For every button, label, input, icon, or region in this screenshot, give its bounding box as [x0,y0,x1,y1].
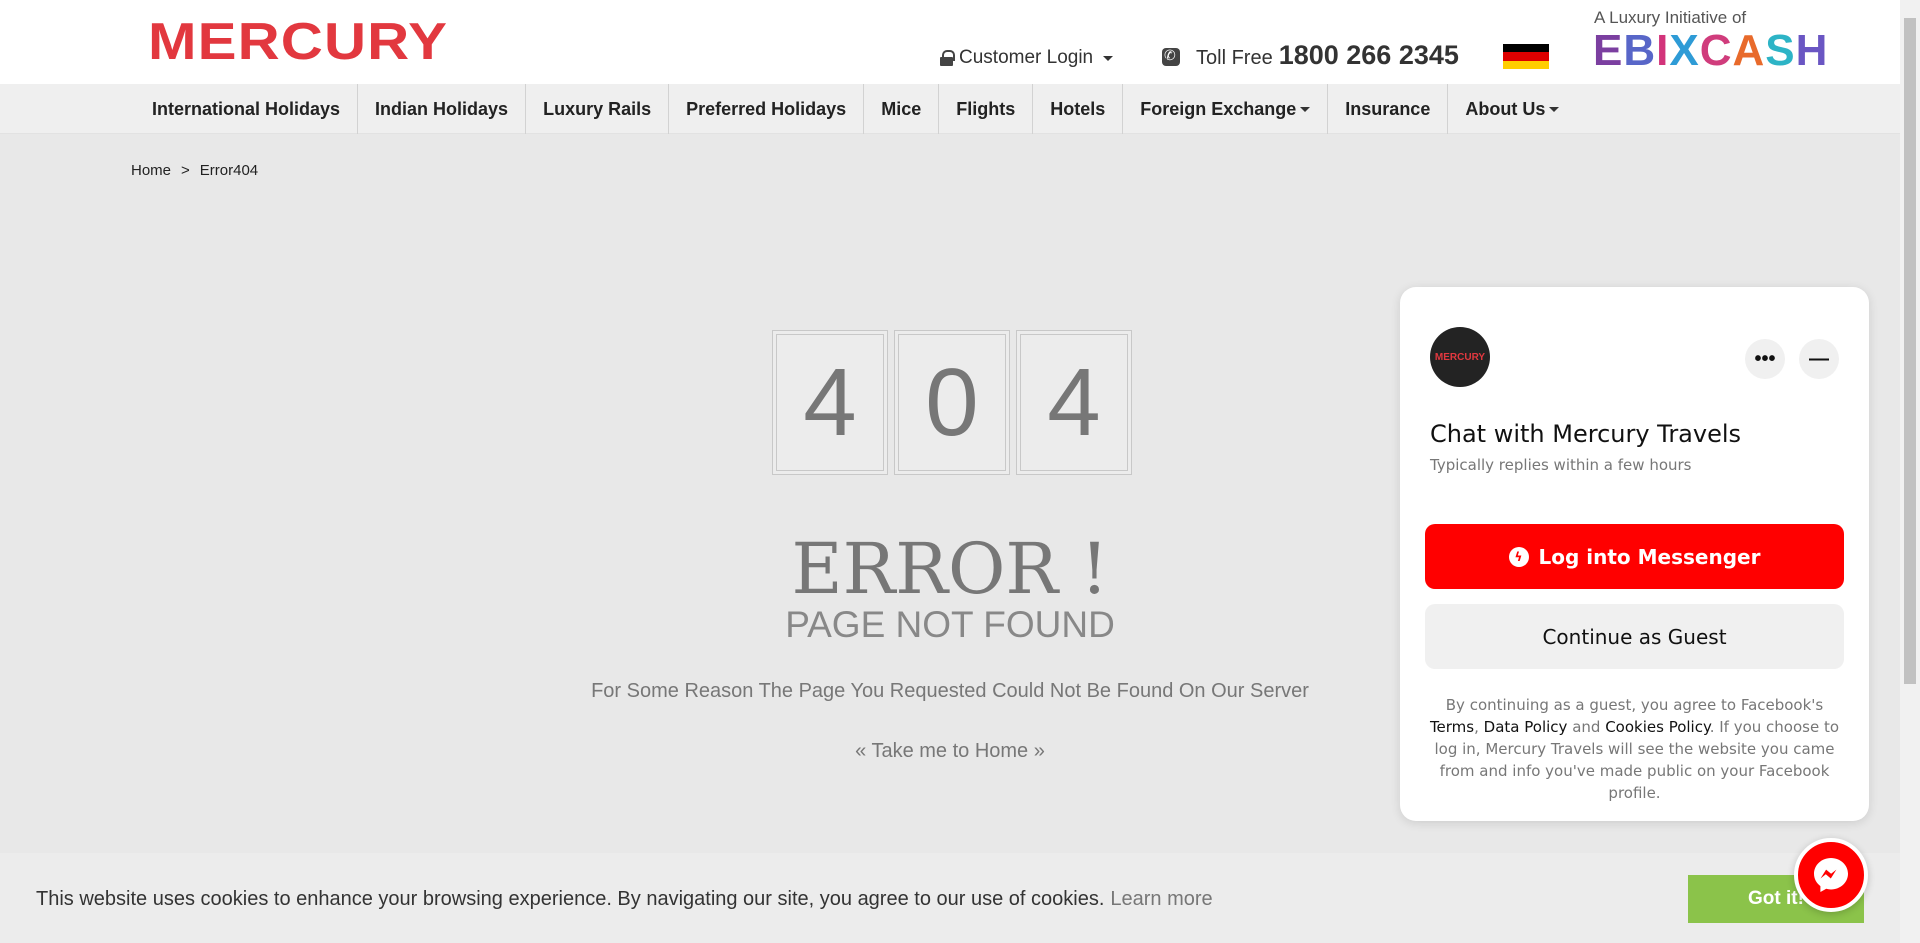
avatar: MERCURY [1430,327,1490,387]
legal-and: and [1572,718,1601,736]
lock-icon [940,50,955,66]
nav-flights[interactable]: Flights [939,84,1034,134]
caret-down-icon [1103,55,1114,61]
log-into-messenger-label: Log into Messenger [1538,544,1761,569]
cookie-bar: This website uses cookies to enhance you… [0,853,1900,943]
cookie-text: This website uses cookies to enhance you… [36,888,1213,911]
digit-box: 0 [894,330,1010,475]
minus-icon: — [1809,347,1829,370]
digit: 0 [925,348,979,456]
breadcrumb-home[interactable]: Home [131,162,171,179]
nav-luxury-rails[interactable]: Luxury Rails [526,84,670,134]
learn-more-link[interactable]: Learn more [1110,888,1212,910]
messenger-icon: ϟ [1508,546,1529,567]
nav-preferred-holidays[interactable]: Preferred Holidays [669,84,865,134]
nav-international-holidays[interactable]: International Holidays [135,84,359,134]
customer-login-dropdown[interactable]: Customer Login [940,47,1114,69]
caret-down-icon [1549,106,1560,112]
scrollbar-thumb[interactable] [1904,18,1916,684]
breadcrumb-current: Error404 [199,162,259,179]
nav-about-us[interactable]: About Us [1448,84,1576,134]
breadcrumb: Home > Error404 [131,162,258,179]
page-scrollbar[interactable] [1900,0,1920,943]
customer-login-label: Customer Login [959,47,1094,68]
terms-link[interactable]: Terms [1430,718,1474,736]
error-code-digits: 4 0 4 [772,330,1132,475]
messenger-launcher-button[interactable] [1794,838,1868,912]
digit: 4 [1047,348,1101,456]
toll-free-number[interactable]: 1800 266 2345 [1279,40,1459,71]
caret-down-icon [1300,106,1311,112]
continue-as-guest-button[interactable]: Continue as Guest [1425,604,1844,669]
nav-foreign-exchange-label: Foreign Exchange [1140,98,1297,119]
digit-box: 4 [772,330,888,475]
nav-hotels[interactable]: Hotels [1033,84,1124,134]
chat-legal-text: By continuing as a guest, you agree to F… [1429,696,1840,802]
messenger-icon [1814,858,1848,892]
chat-subtitle: Typically replies within a few hours [1430,456,1692,474]
toll-free: Toll Free 1800 266 2345 [1162,40,1459,71]
nav-indian-holidays[interactable]: Indian Holidays [358,84,527,134]
cookies-policy-link[interactable]: Cookies Policy [1605,718,1710,736]
toll-free-label: Toll Free [1196,47,1273,69]
germany-flag-icon[interactable] [1503,44,1549,69]
more-icon: ••• [1754,347,1776,370]
digit-box: 4 [1016,330,1132,475]
log-into-messenger-button[interactable]: ϟ Log into Messenger [1425,524,1844,589]
luxury-initiative-label: A Luxury Initiative of [1594,8,1747,27]
cookie-message: This website uses cookies to enhance you… [36,888,1105,910]
nav-foreign-exchange[interactable]: Foreign Exchange [1123,84,1329,134]
site-header: MERCURY Customer Login Toll Free 1800 26… [0,0,1900,84]
main-nav: International Holidays Indian Holidays L… [0,84,1900,134]
nav-mice[interactable]: Mice [864,84,940,134]
nav-insurance[interactable]: Insurance [1328,84,1449,134]
ebixcash-logo[interactable]: EBIXCASH [1593,26,1828,76]
digit: 4 [803,348,857,456]
breadcrumb-separator: > [181,162,190,179]
legal-text: By continuing as a guest, you agree to F… [1445,696,1824,714]
messenger-chat-panel: MERCURY ••• — Chat with Mercury Travels … [1400,287,1869,821]
minimize-button[interactable]: — [1799,339,1839,379]
nav-about-us-label: About Us [1465,98,1546,119]
chat-title: Chat with Mercury Travels [1430,420,1742,448]
more-options-button[interactable]: ••• [1745,339,1785,379]
phone-icon [1162,47,1180,66]
mercury-logo[interactable]: MERCURY [148,16,448,68]
data-policy-link[interactable]: Data Policy [1484,718,1568,736]
